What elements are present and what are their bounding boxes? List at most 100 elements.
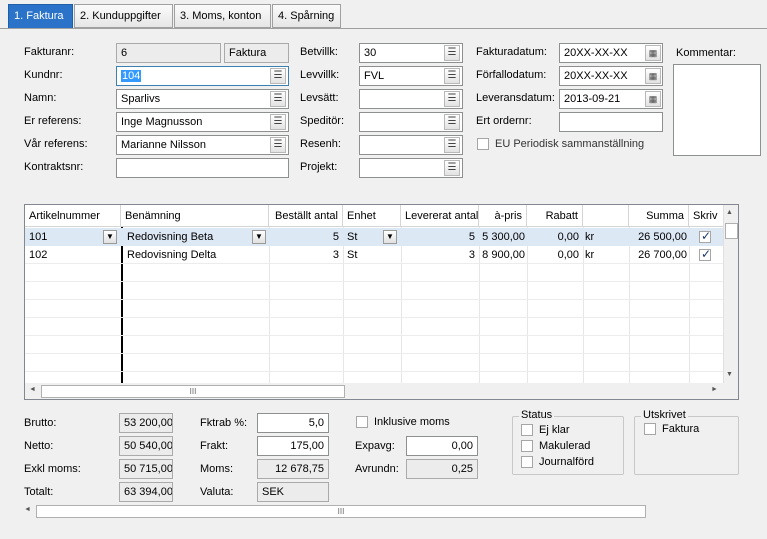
expavg-field[interactable]: 0,00 <box>406 436 478 456</box>
makulerad-label: Makulerad <box>539 440 591 452</box>
scroll-up-icon[interactable]: ▲ <box>726 209 733 216</box>
inklusive-moms-checkbox[interactable] <box>356 416 368 428</box>
skriv-checkbox[interactable] <box>699 247 711 261</box>
frakt-label: Frakt: <box>200 440 229 452</box>
horizontal-scroll-thumb[interactable]: III <box>41 385 345 398</box>
scroll-down-icon[interactable]: ▼ <box>726 371 733 378</box>
col-skriv[interactable]: Skriv <box>689 205 723 227</box>
journalford-checkbox[interactable] <box>521 456 533 468</box>
levvillk-lookup-icon[interactable]: ☰ <box>444 68 460 84</box>
var-referens-field[interactable]: Marianne Nilsson <box>116 135 289 155</box>
namn-lookup-icon[interactable]: ☰ <box>270 91 286 107</box>
cell-a-pris[interactable]: 8 900,00 <box>479 246 527 264</box>
col-levererat-antal[interactable]: Levererat antal <box>401 205 479 227</box>
totalt-label: Totalt: <box>24 486 54 498</box>
benamning-dropdown-icon[interactable]: ▼ <box>252 230 266 244</box>
col-artikelnummer[interactable]: Artikelnummer <box>25 205 121 227</box>
status-title: Status <box>519 409 555 421</box>
fktrab-label: Fktrab %: <box>200 417 248 429</box>
kontraktsnr-label: Kontraktsnr: <box>24 161 84 173</box>
ert-ordernr-field[interactable] <box>559 112 663 132</box>
brutto-label: Brutto: <box>24 417 57 429</box>
scroll-right-icon[interactable]: ► <box>711 386 718 393</box>
betvillk-lookup-icon[interactable]: ☰ <box>444 45 460 61</box>
utskrivet-faktura-checkbox[interactable] <box>644 423 656 435</box>
kommentar-label: Kommentar: <box>676 47 736 59</box>
brutto-field: 53 200,00 <box>119 413 173 433</box>
cell-enhet[interactable]: St <box>343 246 401 264</box>
namn-field[interactable]: Sparlivs <box>116 89 289 109</box>
kontraktsnr-field[interactable] <box>116 158 289 178</box>
grid-hline <box>25 371 723 372</box>
cell-levererat[interactable]: 3 <box>401 246 479 264</box>
speditor-label: Speditör: <box>300 115 345 127</box>
projekt-label: Projekt: <box>300 161 338 173</box>
projekt-lookup-icon[interactable]: ☰ <box>444 160 460 176</box>
skriv-checkbox[interactable] <box>699 229 711 243</box>
expavg-label: Expavg: <box>355 440 395 452</box>
eu-periodisk-label: EU Periodisk sammanställning <box>495 138 645 150</box>
tab-kunduppgifter[interactable]: 2. Kunduppgifter <box>74 4 173 28</box>
forfallodatum-calendar-icon[interactable]: ▦ <box>645 68 661 84</box>
tab-faktura[interactable]: 1. Faktura <box>8 4 73 29</box>
cell-rabatt[interactable]: 0,00 <box>527 246 583 264</box>
exkl-moms-field: 50 715,00 <box>119 459 173 479</box>
enhet-dropdown-icon[interactable]: ▼ <box>383 230 397 244</box>
resenh-label: Resenh: <box>300 138 341 150</box>
utskrivet-faktura-label: Faktura <box>662 423 700 435</box>
cell-levererat[interactable]: 5 <box>401 228 479 246</box>
tab-divider <box>0 28 767 29</box>
avrundn-label: Avrundn: <box>355 463 399 475</box>
speditor-lookup-icon[interactable]: ☰ <box>444 114 460 130</box>
cell-benamning[interactable]: Redovisning Delta <box>123 246 269 264</box>
col-bestallt-antal[interactable]: Beställt antal <box>269 205 343 227</box>
makulerad-checkbox[interactable] <box>521 440 533 452</box>
ej-klar-checkbox[interactable] <box>521 424 533 436</box>
resenh-lookup-icon[interactable]: ☰ <box>444 137 460 153</box>
cell-bestallt[interactable]: 5 <box>269 228 343 246</box>
page-scroll-thumb[interactable]: III <box>36 505 646 518</box>
tab-moms-konton[interactable]: 3. Moms, konton <box>174 4 271 28</box>
fktrab-field[interactable]: 5,0 <box>257 413 329 433</box>
col-enhet[interactable]: Enhet <box>343 205 401 227</box>
cell-summa[interactable]: 26 500,00 <box>629 228 689 246</box>
col-rabatt[interactable]: Rabatt <box>527 205 583 227</box>
fakturatyp-field: Faktura <box>224 43 289 63</box>
leveransdatum-label: Leveransdatum: <box>476 92 555 104</box>
kundnr-field[interactable]: 104 <box>116 66 289 86</box>
er-referens-field[interactable]: Inge Magnusson <box>116 112 289 132</box>
artikel-dropdown-icon[interactable]: ▼ <box>103 230 117 244</box>
vertical-scroll-thumb[interactable] <box>725 223 738 239</box>
scroll-left-icon[interactable]: ◄ <box>29 386 36 393</box>
leveransdatum-calendar-icon[interactable]: ▦ <box>645 91 661 107</box>
kommentar-textarea[interactable] <box>673 64 761 156</box>
fakturadatum-calendar-icon[interactable]: ▦ <box>645 45 661 61</box>
cell-artikelnummer[interactable]: 102 <box>25 246 121 264</box>
cell-bestallt[interactable]: 3 <box>269 246 343 264</box>
journalford-label: Journalförd <box>539 456 595 468</box>
fakturadatum-label: Fakturadatum: <box>476 46 547 58</box>
levsatt-lookup-icon[interactable]: ☰ <box>444 91 460 107</box>
cell-summa[interactable]: 26 700,00 <box>629 246 689 264</box>
fakturanr-label: Fakturanr: <box>24 46 75 58</box>
cell-benamning[interactable]: Redovisning Beta <box>123 228 269 246</box>
col-currency[interactable] <box>583 205 629 227</box>
utskrivet-title: Utskrivet <box>641 409 688 421</box>
er-referens-lookup-icon[interactable]: ☰ <box>270 114 286 130</box>
kundnr-lookup-icon[interactable]: ☰ <box>270 68 286 84</box>
col-summa[interactable]: Summa <box>629 205 689 227</box>
eu-periodisk-checkbox[interactable] <box>477 138 489 150</box>
page-scroll-left-icon[interactable]: ◄ <box>24 506 31 513</box>
netto-field: 50 540,00 <box>119 436 173 456</box>
col-a-pris[interactable]: à-pris <box>479 205 527 227</box>
col-benamning[interactable]: Benämning <box>121 205 269 227</box>
frakt-field[interactable]: 175,00 <box>257 436 329 456</box>
tab-sparning[interactable]: 4. Spårning <box>272 4 341 28</box>
cell-rabatt[interactable]: 0,00 <box>527 228 583 246</box>
exkl-moms-label: Exkl moms: <box>24 463 81 475</box>
cell-a-pris[interactable]: 5 300,00 <box>479 228 527 246</box>
var-referens-lookup-icon[interactable]: ☰ <box>270 137 286 153</box>
var-referens-label: Vår referens: <box>24 138 88 150</box>
fakturanr-field: 6 <box>116 43 221 63</box>
article-grid[interactable]: Artikelnummer Benämning Beställt antal E… <box>24 204 739 400</box>
